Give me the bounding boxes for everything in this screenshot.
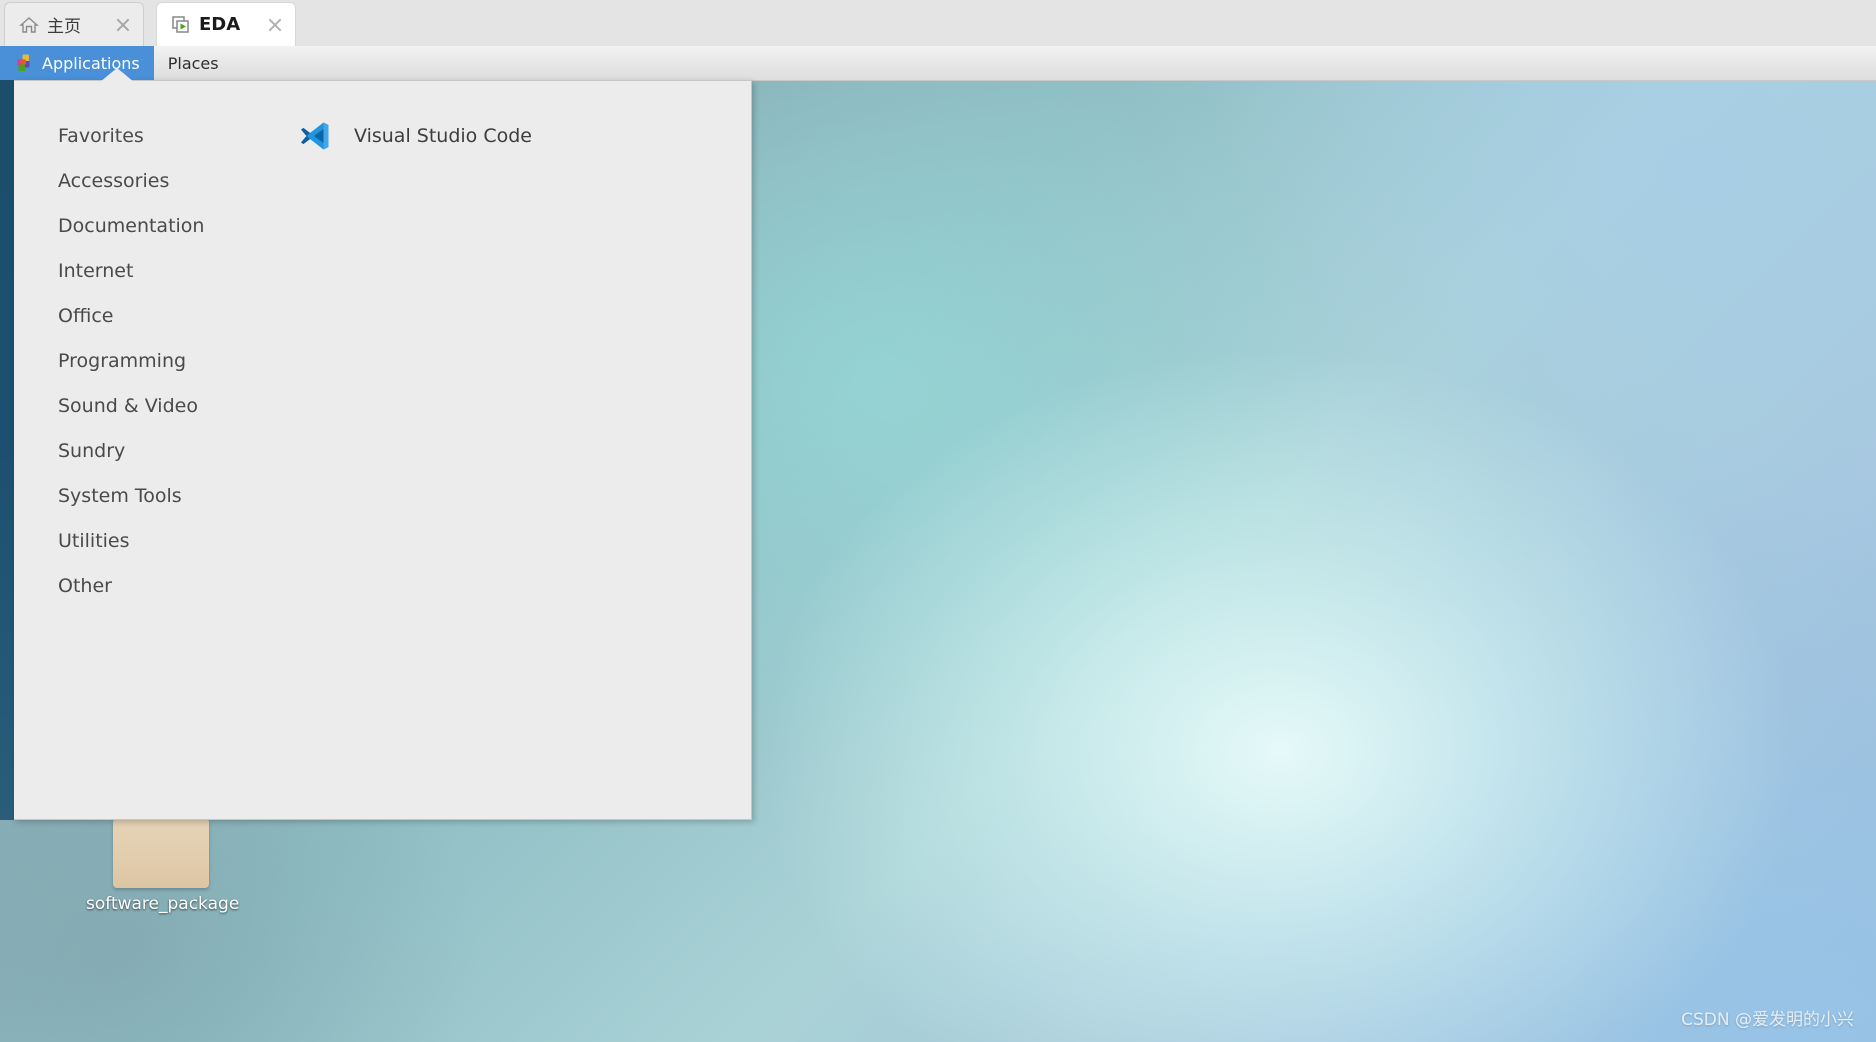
category-label: Programming — [58, 349, 187, 372]
category-label: System Tools — [58, 484, 182, 507]
tab-home[interactable]: 主页 — [4, 2, 144, 46]
panel-menu-places[interactable]: Places — [154, 46, 233, 80]
category-label: Sundry — [58, 439, 126, 462]
watermark-text: CSDN @爱发明的小兴 — [1681, 1010, 1854, 1030]
tab-eda[interactable]: EDA — [156, 2, 296, 46]
category-item-office[interactable]: Office — [14, 293, 286, 338]
category-label: Sound & Video — [58, 394, 198, 417]
category-label: Accessories — [58, 169, 170, 192]
category-label: Utilities — [58, 529, 130, 552]
category-label: Documentation — [58, 214, 205, 237]
windows-play-icon — [171, 15, 191, 35]
category-label: Internet — [58, 259, 134, 282]
category-label: Other — [58, 574, 112, 597]
category-item-system-tools[interactable]: System Tools — [14, 473, 286, 518]
applications-menu-popup: Favorites Accessories Documentation Inte… — [0, 68, 752, 820]
applications-menu-body: Favorites Accessories Documentation Inte… — [14, 68, 752, 820]
menu-pointer-arrow — [100, 68, 134, 82]
category-label: Favorites — [58, 124, 144, 147]
desktop-icon-label: software_package — [86, 894, 240, 914]
category-item-documentation[interactable]: Documentation — [14, 203, 286, 248]
tab-eda-title: EDA — [199, 14, 241, 35]
vscode-icon — [296, 117, 334, 155]
applications-menu-rail — [0, 80, 14, 820]
close-icon[interactable] — [265, 15, 285, 35]
desktop-screen: software_package CSDN @爱发明的小兴 主页 EDA App… — [0, 0, 1876, 1042]
app-entry-label: Visual Studio Code — [354, 124, 532, 147]
app-entry-visual-studio-code[interactable]: Visual Studio Code — [286, 113, 751, 158]
puzzle-pieces-icon — [14, 53, 34, 73]
panel-menu-places-label: Places — [167, 53, 219, 73]
desktop-icon-software-package[interactable]: software_package — [86, 812, 240, 914]
category-item-favorites[interactable]: Favorites — [14, 113, 286, 158]
folder-icon — [113, 812, 209, 888]
browser-tab-strip: 主页 EDA — [0, 0, 1876, 46]
applications-menu-category-list: Favorites Accessories Documentation Inte… — [14, 81, 286, 819]
category-item-accessories[interactable]: Accessories — [14, 158, 286, 203]
category-item-sundry[interactable]: Sundry — [14, 428, 286, 473]
category-item-sound-and-video[interactable]: Sound & Video — [14, 383, 286, 428]
category-item-programming[interactable]: Programming — [14, 338, 286, 383]
category-label: Office — [58, 304, 114, 327]
tab-home-title: 主页 — [47, 17, 81, 37]
applications-menu-app-list: Visual Studio Code — [286, 81, 751, 819]
category-item-utilities[interactable]: Utilities — [14, 518, 286, 563]
category-item-other[interactable]: Other — [14, 563, 286, 608]
category-item-internet[interactable]: Internet — [14, 248, 286, 293]
close-icon[interactable] — [113, 15, 133, 35]
top-panel: Applications Places — [0, 46, 1876, 81]
home-icon — [19, 15, 39, 35]
